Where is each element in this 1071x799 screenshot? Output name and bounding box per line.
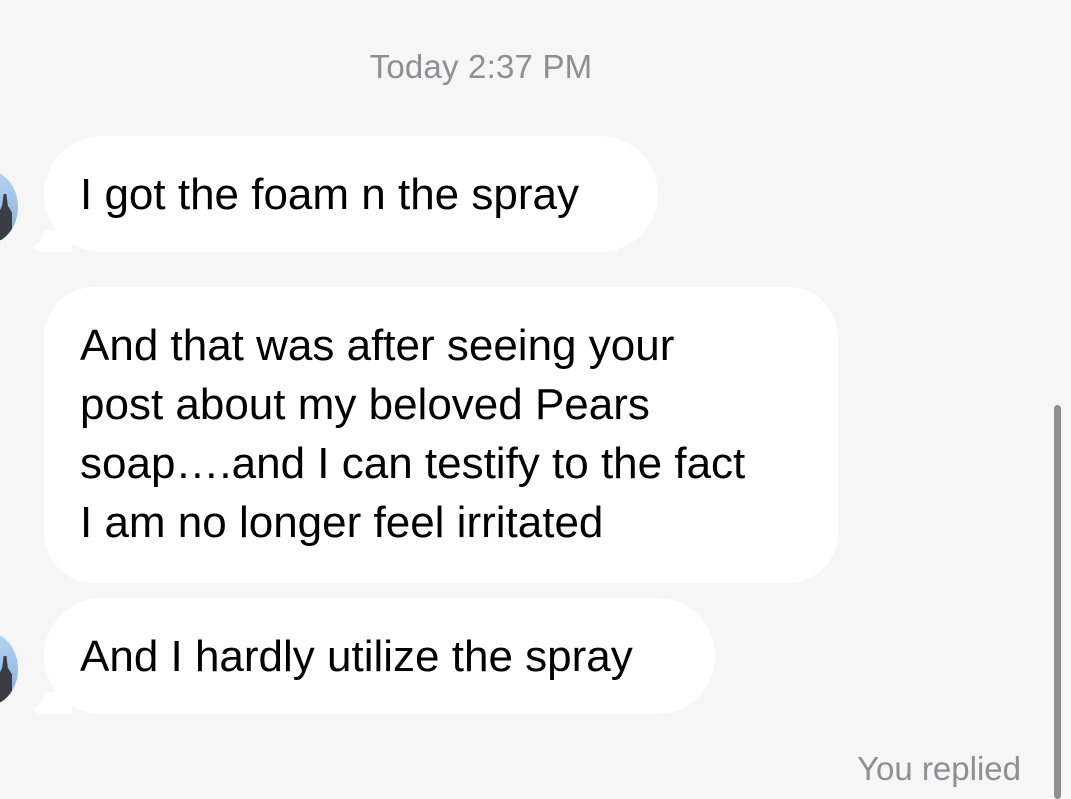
scrollbar[interactable] <box>1054 405 1061 799</box>
message-text-line: soap….and I can testify to the fact <box>80 439 746 488</box>
chat-thread: Today 2:37 PM I got the foam n the spray… <box>0 0 1071 799</box>
contact-avatar[interactable] <box>0 170 18 244</box>
reply-status-label: You replied <box>857 750 1021 787</box>
message-text-line: I am no longer feel irritated <box>80 498 604 547</box>
incoming-message-bubble[interactable]: I got the foam n the spray <box>44 136 658 252</box>
contact-avatar[interactable] <box>0 632 18 706</box>
message-text: I got the foam n the spray <box>80 170 579 219</box>
message-text-line: And that was after seeing your <box>80 321 675 370</box>
message-text-line: post about my beloved Pears <box>80 380 650 429</box>
message-text: And I hardly utilize the spray <box>80 632 633 681</box>
avatar-image-icon <box>0 194 12 240</box>
incoming-message-bubble[interactable]: And I hardly utilize the spray <box>44 598 715 714</box>
avatar-image-icon <box>0 656 12 702</box>
incoming-message-bubble[interactable]: And that was after seeing your post abou… <box>44 287 838 583</box>
message-timestamp: Today 2:37 PM <box>369 48 593 85</box>
